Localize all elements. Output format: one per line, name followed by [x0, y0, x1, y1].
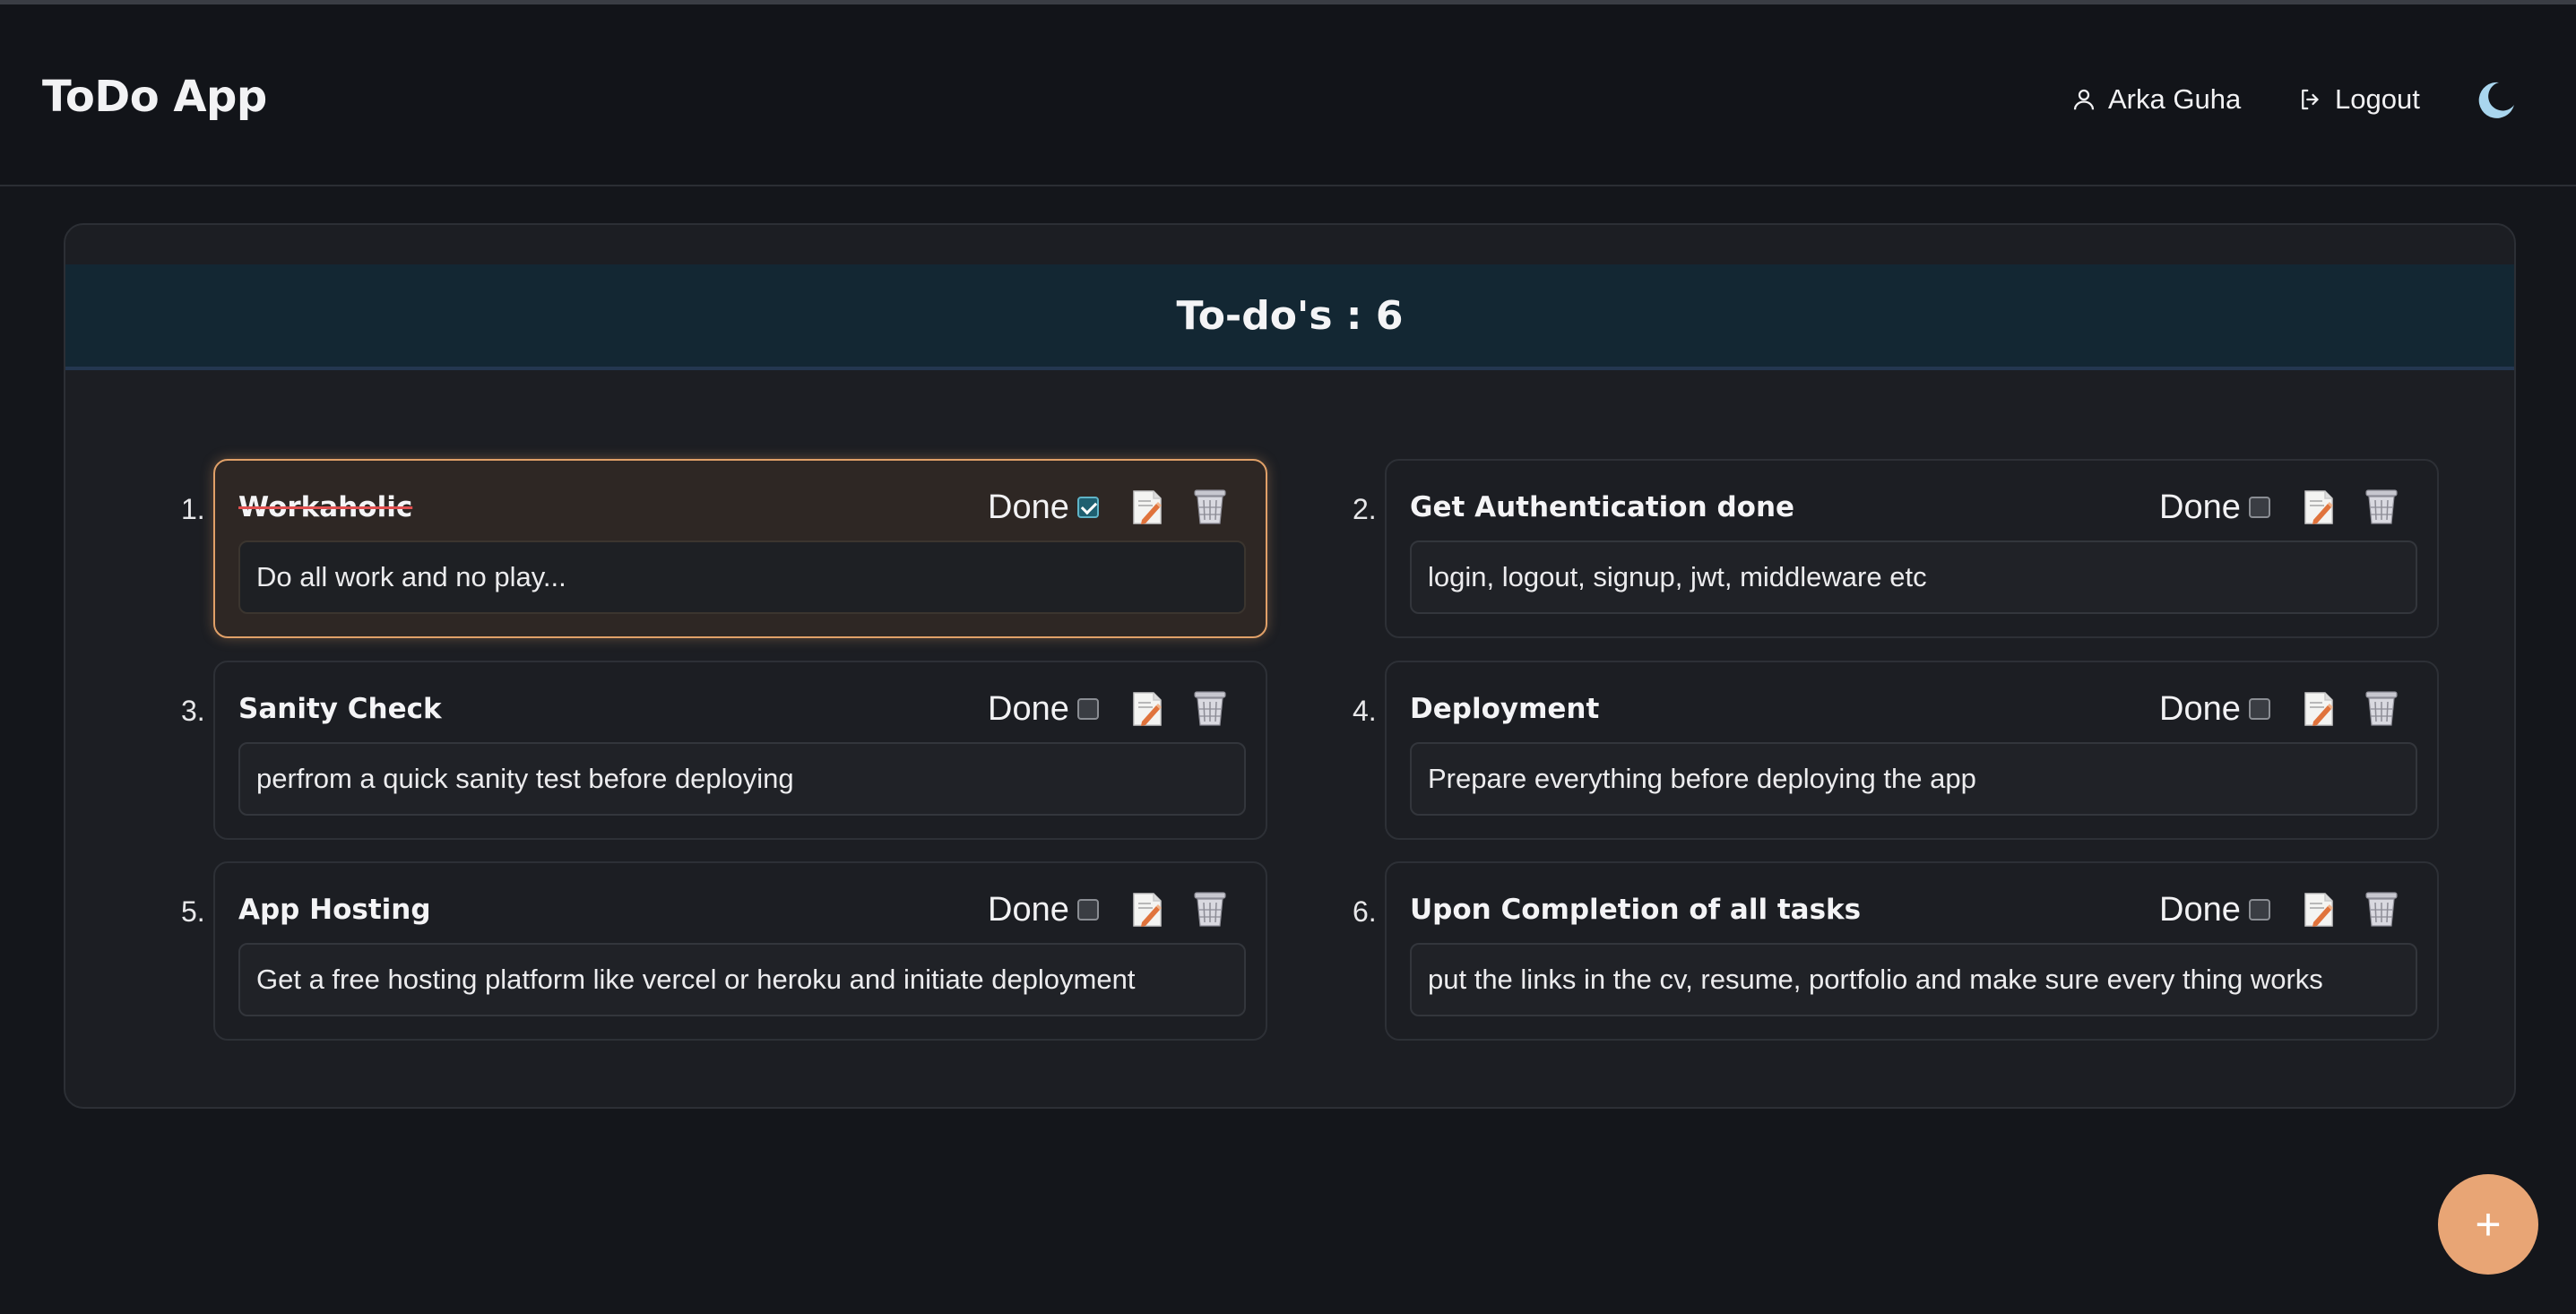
todo-description[interactable]: Prepare everything before deploying the … [1410, 742, 2417, 816]
done-checkbox[interactable] [1077, 899, 1099, 921]
todo-card: 3. Sanity Check Done perfrom a quick san… [181, 661, 1267, 840]
todo-title: Get Authentication done [1410, 491, 1795, 523]
todo-title: Upon Completion of all tasks [1410, 894, 1862, 926]
edit-icon[interactable] [2303, 892, 2335, 928]
todo-card: 5. App Hosting Done Get a free hosting p… [181, 861, 1267, 1041]
add-todo-button[interactable]: + [2438, 1174, 2538, 1275]
user-icon [2073, 89, 2095, 110]
todo-description[interactable]: login, logout, signup, jwt, middleware e… [1410, 540, 2417, 614]
done-checkbox[interactable] [1077, 698, 1099, 720]
todo-number: 5. [181, 895, 205, 928]
trash-icon[interactable] [1192, 689, 1228, 727]
todo-title: Deployment [1410, 693, 1600, 725]
todo-title: Sanity Check [238, 693, 442, 725]
todo-card: 1. Workaholic Done Do all work and no pl… [181, 459, 1267, 638]
edit-icon[interactable] [2303, 489, 2335, 525]
todo-title: App Hosting [238, 894, 431, 926]
done-label: Done [2159, 891, 2241, 929]
trash-icon[interactable] [2364, 890, 2399, 928]
done-label: Done [988, 891, 1069, 929]
done-label: Done [988, 690, 1069, 728]
trash-icon[interactable] [2364, 689, 2399, 727]
edit-icon[interactable] [1131, 892, 1163, 928]
done-checkbox[interactable] [2249, 698, 2270, 720]
moon-icon[interactable] [2476, 80, 2517, 121]
user-profile-link[interactable]: Arka Guha [2070, 80, 2241, 119]
todo-count-value: 6 [1375, 292, 1404, 339]
trash-icon[interactable] [2364, 488, 2399, 525]
todo-number: 3. [181, 695, 205, 727]
todo-card: 6. Upon Completion of all tasks Done put… [1353, 861, 2439, 1041]
done-checkbox[interactable] [2249, 899, 2270, 921]
todo-title: Workaholic [238, 491, 413, 523]
todo-number: 1. [181, 493, 205, 525]
todo-card: 4. Deployment Done Prepare everything be… [1353, 661, 2439, 840]
logout-icon [2302, 89, 2319, 110]
done-label: Done [2159, 690, 2241, 728]
trash-icon[interactable] [1192, 488, 1228, 525]
todo-description[interactable]: Get a free hosting platform like vercel … [238, 943, 1246, 1016]
user-name: Arka Guha [2108, 83, 2242, 115]
done-checkbox[interactable] [2249, 497, 2270, 518]
todo-count-label: To-do's : [1176, 292, 1362, 339]
todo-number: 4. [1353, 695, 1377, 727]
todo-description[interactable]: Do all work and no play... [238, 540, 1246, 614]
todo-count-heading: To-do's : 6 [1177, 293, 1404, 339]
todo-number: 6. [1353, 895, 1377, 928]
edit-icon[interactable] [2303, 691, 2335, 727]
panel-header: To-do's : 6 [65, 264, 2514, 370]
logout-button[interactable]: Logout [2297, 80, 2420, 119]
edit-icon[interactable] [1131, 489, 1163, 525]
trash-icon[interactable] [1192, 890, 1228, 928]
done-label: Done [988, 488, 1069, 526]
logout-label: Logout [2335, 83, 2420, 115]
done-checkbox[interactable] [1077, 497, 1099, 518]
app-title[interactable]: ToDo App [42, 72, 267, 122]
todo-description[interactable]: put the links in the cv, resume, portfol… [1410, 943, 2417, 1016]
edit-icon[interactable] [1131, 691, 1163, 727]
todo-number: 2. [1353, 493, 1377, 525]
todo-card: 2. Get Authentication done Done login, l… [1353, 459, 2439, 638]
navbar: ToDo App Arka Guha Logout [0, 4, 2576, 186]
done-label: Done [2159, 488, 2241, 526]
todo-description[interactable]: perfrom a quick sanity test before deplo… [238, 742, 1246, 816]
